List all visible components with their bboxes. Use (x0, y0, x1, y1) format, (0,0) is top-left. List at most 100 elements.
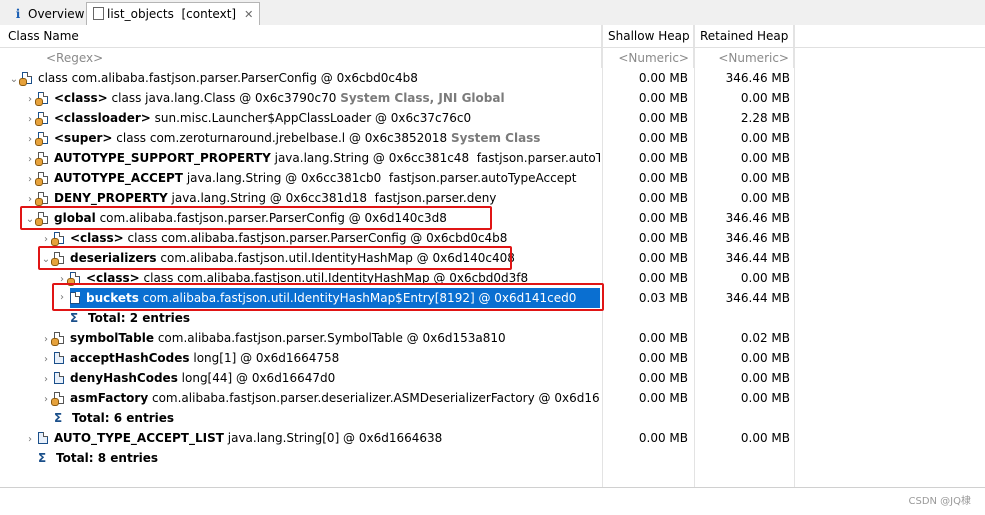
object-icon (35, 152, 48, 166)
class-name-cell: › AUTOTYPE_ACCEPT java.lang.String @ 0x6c… (0, 168, 600, 188)
object-description: com.alibaba.fastjson.parser.deserializer… (148, 391, 600, 405)
shallow-heap-value: 0.00 MB (638, 211, 688, 225)
retained-heap-value: 0.00 MB (740, 431, 790, 445)
retained-heap-value (694, 308, 794, 328)
editor-tab-bar: i Overview list_objects [context] ✕ (0, 0, 985, 26)
chevron-right-icon[interactable]: › (24, 430, 36, 448)
object-icon (51, 332, 64, 346)
shallow-heap-value: 0.00 MB (638, 191, 688, 205)
chevron-right-icon[interactable]: › (40, 370, 52, 388)
class-name-cell: Σ Total: 8 entries (0, 448, 600, 468)
chevron-right-icon[interactable]: › (40, 350, 52, 368)
field-name: denyHashCodes (70, 371, 178, 385)
object-description: java.lang.String @ 0x6cc381cb0 fastjson.… (183, 171, 577, 185)
table-row[interactable]: › asmFactory com.alibaba.fastjson.parser.… (0, 388, 985, 408)
gc-root-label: System Class (450, 131, 541, 145)
shallow-heap-value (602, 448, 692, 468)
column-header-retained-heap[interactable]: Retained Heap (694, 25, 794, 47)
retained-heap-value: 0.00 MB (740, 391, 790, 405)
shallow-heap-value: 0.03 MB (638, 291, 688, 305)
table-row[interactable]: Σ Total: 8 entries (0, 448, 985, 468)
shallow-filter-input[interactable]: <Numeric> (602, 48, 694, 68)
table-row[interactable]: › AUTO_TYPE_ACCEPT_LIST java.lang.String[… (0, 428, 985, 448)
document-icon (93, 7, 104, 20)
retained-heap-value: 346.46 MB (725, 71, 790, 85)
regex-filter-input[interactable]: <Regex> (0, 48, 602, 68)
table-row[interactable]: › <classloader> sun.misc.Launcher$AppClas… (0, 108, 985, 128)
class-name-cell: › acceptHashCodes long[1] @ 0x6d1664758 (0, 348, 600, 368)
shallow-heap-value: 0.00 MB (638, 351, 688, 365)
object-description: class com.alibaba.fastjson.parser.Parser… (38, 71, 418, 85)
field-name: DENY_PROPERTY (54, 191, 168, 205)
class-object-icon (51, 232, 64, 246)
shallow-heap-value: 0.00 MB (638, 431, 688, 445)
class-name-cell: Σ Total: 6 entries (0, 408, 600, 428)
retained-heap-value: 346.46 MB (725, 231, 790, 245)
object-description: long[1] @ 0x6d1664758 (189, 351, 340, 365)
table-row[interactable]: Σ Total: 2 entries (0, 308, 985, 328)
table-row[interactable]: › AUTOTYPE_ACCEPT java.lang.String @ 0x6c… (0, 168, 985, 188)
retained-heap-value: 346.44 MB (725, 251, 790, 265)
shallow-heap-value: 0.00 MB (638, 371, 688, 385)
retained-heap-value (694, 408, 794, 428)
sigma-icon: Σ (38, 451, 47, 465)
array-icon (54, 372, 64, 384)
field-name: Total: 6 entries (72, 411, 175, 425)
class-object-icon (35, 112, 48, 126)
table-header: Class Name Shallow Heap Retained Heap (0, 25, 985, 48)
close-tab-icon[interactable]: ✕ (244, 8, 253, 21)
class-name-cell: › DENY_PROPERTY java.lang.String @ 0x6cc3… (0, 188, 600, 208)
table-row[interactable]: › symbolTable com.alibaba.fastjson.parser… (0, 328, 985, 348)
table-row[interactable]: › <class> class java.lang.Class @ 0x6c379… (0, 88, 985, 108)
shallow-heap-value: 0.00 MB (638, 331, 688, 345)
retained-heap-value: 346.46 MB (725, 211, 790, 225)
shallow-heap-value: 0.00 MB (638, 391, 688, 405)
table-row[interactable]: › AUTOTYPE_SUPPORT_PROPERTY java.lang.Str… (0, 148, 985, 168)
shallow-heap-value: 0.00 MB (638, 111, 688, 125)
class-name-cell: › <class> class com.alibaba.fastjson.pars… (0, 228, 600, 248)
object-description: com.alibaba.fastjson.parser.SymbolTable … (154, 331, 506, 345)
shallow-heap-value: 0.00 MB (638, 131, 688, 145)
object-description: java.lang.String[0] @ 0x6d1664638 (223, 431, 443, 445)
object-description: java.lang.String @ 0x6cc381c48 fastjson.… (274, 151, 600, 165)
field-name: AUTOTYPE_SUPPORT_PROPERTY (54, 151, 271, 165)
field-name: <super> (54, 131, 113, 145)
column-header-class-name[interactable]: Class Name (0, 25, 602, 47)
retained-heap-value: 0.00 MB (740, 91, 790, 105)
table-row[interactable]: › <class> class com.alibaba.fastjson.pars… (0, 228, 985, 248)
retained-filter-input[interactable]: <Numeric> (694, 48, 794, 68)
table-row[interactable]: › denyHashCodes long[44] @ 0x6d16647d0 0.0… (0, 368, 985, 388)
retained-heap-value: 0.00 MB (740, 351, 790, 365)
class-object-icon (35, 132, 48, 146)
table-row[interactable]: ⌄ class com.alibaba.fastjson.parser.Parse… (0, 68, 985, 88)
table-row[interactable]: › <super> class com.zeroturnaround.jrebel… (0, 128, 985, 148)
gc-root-label: System Class, JNI Global (340, 91, 505, 105)
shallow-heap-value: 0.00 MB (638, 151, 688, 165)
class-name-cell: › <classloader> sun.misc.Launcher$AppClas… (0, 108, 600, 128)
field-name: <classloader> (54, 111, 151, 125)
table-row[interactable]: › acceptHashCodes long[1] @ 0x6d1664758 0.… (0, 348, 985, 368)
class-name-cell: › asmFactory com.alibaba.fastjson.parser.… (0, 388, 600, 408)
table-row[interactable]: Σ Total: 6 entries (0, 408, 985, 428)
shallow-heap-value (602, 308, 692, 328)
shallow-heap-value (602, 408, 692, 428)
class-object-icon (19, 72, 32, 86)
field-name: Total: 2 entries (88, 311, 191, 325)
retained-heap-value: 0.00 MB (740, 271, 790, 285)
retained-heap-value (694, 448, 794, 468)
table-row[interactable]: › DENY_PROPERTY java.lang.String @ 0x6cc3… (0, 188, 985, 208)
object-description: sun.misc.Launcher$AppClassLoader @ 0x6c3… (150, 111, 472, 125)
column-header-shallow-heap[interactable]: Shallow Heap (602, 25, 694, 47)
retained-heap-value: 0.00 MB (740, 151, 790, 165)
shallow-heap-value: 0.00 MB (638, 271, 688, 285)
tab-list-objects[interactable]: list_objects [context] ✕ (86, 2, 261, 26)
field-name: asmFactory (70, 391, 149, 405)
object-description: class java.lang.Class @ 0x6c3790c70 (107, 91, 341, 105)
highlight-box-buckets (52, 283, 604, 311)
field-name: symbolTable (70, 331, 154, 345)
tab-list-objects-label: list_objects [context] (107, 7, 237, 21)
field-name: acceptHashCodes (70, 351, 190, 365)
retained-heap-value: 2.28 MB (740, 111, 790, 125)
class-name-cell: › AUTO_TYPE_ACCEPT_LIST java.lang.String[… (0, 428, 600, 448)
tab-overview[interactable]: i Overview (4, 2, 92, 24)
